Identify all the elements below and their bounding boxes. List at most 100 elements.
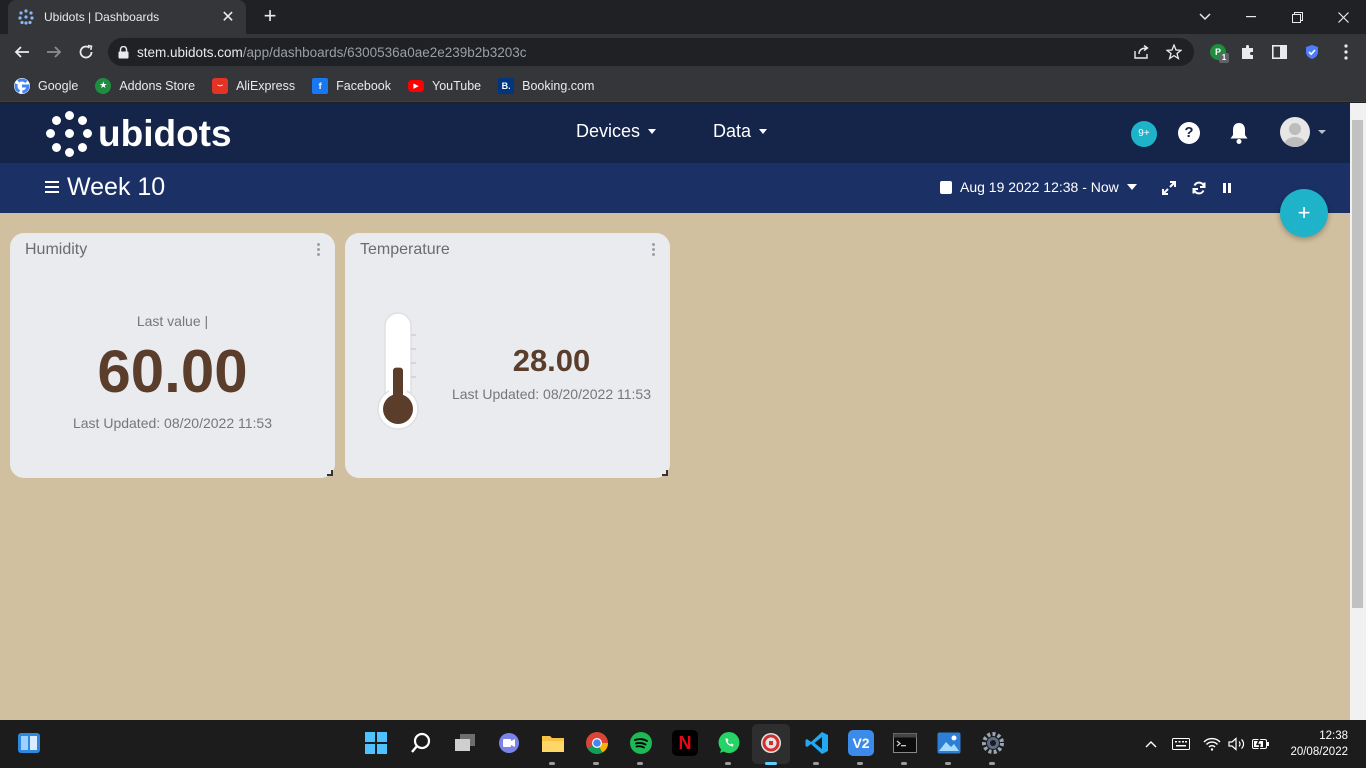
bookmark-label: Booking.com <box>522 78 595 93</box>
bookmark-label: YouTube <box>432 78 482 93</box>
add-widget-button[interactable]: + <box>1280 189 1328 237</box>
show-hidden-icons-chevron-icon[interactable] <box>1145 720 1157 768</box>
devices-menu-label: Devices <box>576 121 641 141</box>
new-tab-button[interactable]: + <box>258 4 282 28</box>
bookmark-google[interactable]: Google <box>14 77 78 94</box>
last-value-label: Last value | <box>136 313 209 329</box>
photos-icon[interactable] <box>936 730 962 756</box>
browser-tab[interactable]: Ubidots | Dashboards ✕ <box>8 0 246 34</box>
hamburger-menu-icon[interactable] <box>45 181 59 193</box>
chrome-menu-icon[interactable] <box>1334 40 1358 64</box>
bookmark-label: Addons Store <box>119 78 196 93</box>
widgets-icon[interactable] <box>16 730 42 756</box>
caret-down-icon <box>759 129 768 134</box>
url-host: stem.ubidots.com <box>137 44 243 60</box>
extensions-puzzle-icon[interactable] <box>1236 40 1260 64</box>
extension-p-icon[interactable]: P 1 <box>1206 40 1230 64</box>
date-range-label: Aug 19 2022 12:38 - Now <box>960 179 1119 195</box>
dashboard-header: Week 10 Aug 19 2022 12:38 - Now <box>0 163 1350 213</box>
teams-chat-icon[interactable] <box>496 730 522 756</box>
caret-down-icon <box>648 129 657 134</box>
bookmark-label: AliExpress <box>236 78 296 93</box>
pause-icon[interactable] <box>1219 180 1235 196</box>
restore-icon[interactable] <box>1274 0 1320 34</box>
shield-extension-icon[interactable] <box>1300 40 1324 64</box>
task-view-icon[interactable] <box>452 730 478 756</box>
volume-icon[interactable] <box>1228 720 1246 768</box>
wifi-icon[interactable] <box>1203 720 1221 768</box>
help-icon[interactable]: ? <box>1178 122 1200 144</box>
youtube-icon: ▶ <box>408 79 425 92</box>
vscode-icon[interactable] <box>804 730 830 756</box>
bookmark-facebook[interactable]: f Facebook <box>312 77 391 94</box>
tab-close-icon[interactable]: ✕ <box>220 7 236 27</box>
arduino-ide-icon[interactable] <box>758 730 784 756</box>
tab-search-chevron-icon[interactable] <box>1182 0 1228 34</box>
reload-icon[interactable] <box>74 40 98 64</box>
widget-options-icon[interactable] <box>652 243 656 257</box>
logo-text: ubidots <box>98 113 232 154</box>
bookmark-youtube[interactable]: ▶ YouTube <box>408 79 481 93</box>
ubidots-app: ubidots Devices Data 9+ ? Week 10 Aug 19… <box>0 103 1350 720</box>
bell-icon[interactable] <box>1228 121 1250 145</box>
widget-options-icon[interactable] <box>317 243 321 257</box>
url-path: /app/dashboards/6300536a0ae2e239b2b3203c <box>242 44 527 60</box>
running-indicator <box>857 762 863 765</box>
chrome-icon[interactable] <box>584 730 610 756</box>
running-indicator <box>593 762 599 765</box>
bookmark-aliexpress[interactable]: ⌣ AliExpress <box>212 77 296 94</box>
share-icon[interactable] <box>1134 38 1150 66</box>
temperature-widget: Temperature 28.00 Last Updated: 08/20/20… <box>345 233 670 478</box>
devices-menu[interactable]: Devices <box>576 121 657 142</box>
widget-title: Humidity <box>25 241 88 258</box>
windows-start-icon[interactable] <box>363 730 389 756</box>
ubidots-favicon-icon <box>18 9 34 25</box>
calendar-icon <box>940 180 952 194</box>
keyboard-icon[interactable] <box>1172 720 1190 768</box>
bookmark-star-icon[interactable] <box>1166 38 1182 66</box>
data-menu[interactable]: Data <box>713 121 768 142</box>
running-indicator <box>989 762 995 765</box>
minimize-icon[interactable] <box>1228 0 1274 34</box>
scrollbar-thumb[interactable] <box>1352 120 1363 608</box>
notifications-count-badge[interactable]: 9+ <box>1131 121 1157 147</box>
spotify-icon[interactable] <box>628 730 654 756</box>
caret-down-icon <box>1126 184 1137 190</box>
file-explorer-icon[interactable] <box>540 730 566 756</box>
settings-gear-icon[interactable] <box>980 730 1006 756</box>
humidity-widget: Humidity Last value | 60.00 Last Updated… <box>10 233 335 478</box>
url-text: stem.ubidots.com/app/dashboards/6300536a… <box>137 45 527 60</box>
side-panel-icon[interactable] <box>1267 40 1291 64</box>
running-indicator <box>945 762 951 765</box>
bookmark-booking[interactable]: B. Booking.com <box>498 77 595 94</box>
window-close-icon[interactable] <box>1320 0 1366 34</box>
terminal-icon[interactable] <box>892 730 918 756</box>
facebook-icon: f <box>312 77 329 94</box>
virtualbox-icon[interactable]: V2 <box>848 730 874 756</box>
system-clock[interactable]: 12:38 20/08/2022 <box>1268 728 1348 760</box>
bookmark-addons-store[interactable]: ★ Addons Store <box>95 77 196 94</box>
whatsapp-icon[interactable] <box>716 730 742 756</box>
search-icon[interactable] <box>408 730 434 756</box>
data-menu-label: Data <box>713 121 752 141</box>
forward-arrow-icon[interactable] <box>42 40 66 64</box>
refresh-icon[interactable] <box>1191 180 1207 196</box>
back-arrow-icon[interactable] <box>10 40 34 64</box>
fullscreen-icon[interactable] <box>1161 180 1177 196</box>
running-indicator <box>725 762 731 765</box>
resize-handle-icon[interactable] <box>662 470 668 476</box>
addons-store-icon: ★ <box>95 77 112 94</box>
top-navbar: ubidots Devices Data 9+ ? <box>0 103 1350 163</box>
netflix-icon[interactable]: N <box>672 730 698 756</box>
user-avatar[interactable] <box>1280 117 1310 147</box>
date-range-picker[interactable]: Aug 19 2022 12:38 - Now <box>940 179 1137 195</box>
address-bar[interactable]: stem.ubidots.com/app/dashboards/6300536a… <box>108 38 1194 66</box>
running-indicator <box>549 762 555 765</box>
resize-handle-icon[interactable] <box>327 470 333 476</box>
lock-icon <box>118 45 129 58</box>
browser-toolbar: stem.ubidots.com/app/dashboards/6300536a… <box>0 34 1366 70</box>
running-indicator <box>813 762 819 765</box>
dashboard-title[interactable]: Week 10 <box>67 173 165 202</box>
avatar-caret-icon[interactable] <box>1318 130 1326 134</box>
ubidots-logo[interactable]: ubidots <box>46 111 232 157</box>
